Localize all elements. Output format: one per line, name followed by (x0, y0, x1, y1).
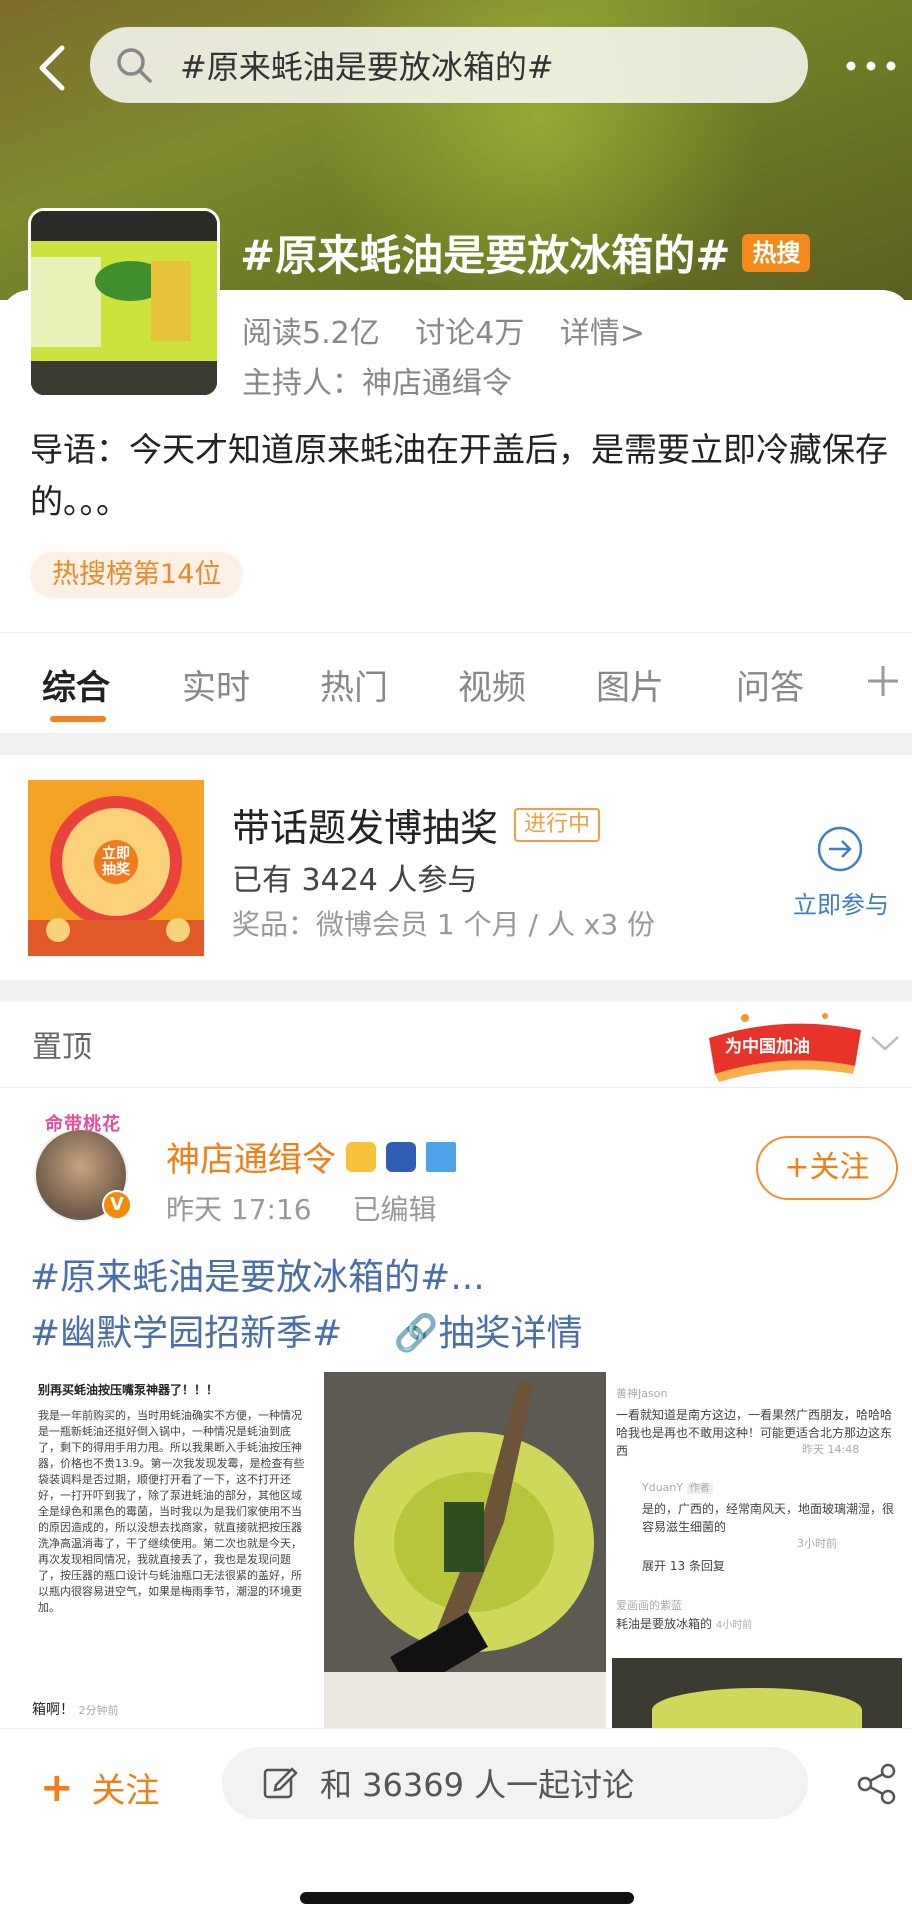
chevron-left-icon[interactable] (26, 40, 82, 96)
avatar-banner: 命带桃花 (45, 1114, 121, 1135)
lottery-image: 立即抽奖 (28, 780, 204, 956)
image3-c2-time: 3小时前 (797, 1537, 837, 1550)
plus-icon[interactable] (864, 662, 902, 700)
home-indicator[interactable] (300, 1892, 634, 1904)
active-tab-indicator (50, 716, 106, 722)
lottery-prize: 奖品：微博会员 1 个月 / 人 x3 份 (232, 908, 656, 941)
image3-c3-text: 耗油是要放冰箱的 4小时前 (616, 1616, 752, 1634)
tab-qa[interactable]: 问答 (736, 660, 804, 709)
lottery-card[interactable]: 立即抽奖 带话题发博抽奖 进行中 已有 3424 人参与 奖品：微博会员 1 个… (0, 755, 912, 980)
topic-title: #原来蚝油是要放冰箱的# 热搜 (240, 222, 811, 283)
more-dots-icon[interactable] (845, 52, 897, 80)
arrow-right-circle-icon[interactable] (816, 825, 864, 873)
lottery-status-badge: 进行中 (514, 807, 601, 842)
tab-bar: 综合 实时 热门 视频 图片 问答 (0, 644, 912, 734)
moon-icon (386, 1141, 416, 1172)
crown-icon (346, 1141, 376, 1172)
image3-photo-strip (612, 1658, 902, 1728)
image1-footer-time: 2分钟前 (78, 1704, 119, 1717)
image3-c2-text: 是的，广西的，经常南风天，地面玻璃潮湿，很容易滋生细菌的 (642, 1502, 895, 1534)
avatar[interactable]: 命带桃花 V (28, 1110, 138, 1222)
topic-cover-image[interactable] (28, 208, 220, 398)
join-lottery-button[interactable]: 立即参与 (793, 885, 889, 920)
image3-c3-content: 耗油是要放冰箱的 (616, 1617, 713, 1631)
post-image-2[interactable] (324, 1372, 606, 1728)
tab-hot[interactable]: 热门 (320, 660, 388, 709)
search-query: #原来蚝油是要放冰箱的# (180, 48, 554, 86)
discuss-input[interactable]: 和 36369 人一起讨论 (222, 1747, 808, 1819)
post-time: 昨天 17:16 已编辑 (166, 1188, 469, 1228)
bottom-follow-label: 关注 (91, 1771, 160, 1811)
share-icon[interactable] (856, 1763, 898, 1805)
post-timestamp: 昨天 17:16 (166, 1193, 312, 1226)
edit-icon (263, 1767, 298, 1799)
tab-comprehensive[interactable]: 综合 (42, 660, 110, 709)
username-text: 神店通缉令 (166, 1140, 336, 1180)
cheer-china-text: 为中国加油 (725, 1037, 810, 1057)
cheer-china-badge: 为中国加油 (705, 1008, 867, 1084)
post-image-1[interactable]: 别再买蚝油按压嘴泵神器了！！！ 我是一年前购买的，当时用蚝油确实不方便，一种情况… (30, 1372, 320, 1728)
hot-search-badge: 热搜 (742, 233, 811, 272)
image3-c2-username: YduanY (642, 1481, 684, 1494)
topic-host[interactable]: 主持人：神店通缉令 (242, 358, 512, 402)
post-image-3[interactable]: 善神Jason 一看就知道是南方这边，一看果然广西朋友，哈哈哈哈我也是再也不敢用… (612, 1372, 902, 1728)
image3-c2-author-tag: 作者 (686, 1483, 713, 1494)
post-username[interactable]: 神店通缉令 (166, 1132, 456, 1181)
bottom-follow-button[interactable]: + 关注 (40, 1763, 160, 1812)
section-gap (0, 733, 912, 755)
post-topic-link[interactable]: #原来蚝油是要放冰箱的#... (30, 1248, 485, 1300)
post-hashtag[interactable]: #幽默学园招新季# (30, 1313, 342, 1354)
lottery-title: 带话题发博抽奖 进行中 (232, 797, 601, 852)
image3-c3-time: 4小时前 (715, 1620, 753, 1631)
discussion-count: 讨论4万 (415, 316, 525, 351)
chevron-down-icon[interactable] (868, 1032, 902, 1054)
search-icon (117, 48, 152, 83)
image3-c1-user: 善神Jason (616, 1387, 668, 1400)
follow-button[interactable]: +关注 (756, 1136, 898, 1200)
hot-rank-badge[interactable]: 热搜榜第14位 (30, 552, 244, 598)
edited-label: 已编辑 (352, 1193, 437, 1226)
topic-stats: 阅读5.2亿 讨论4万 详情> (242, 308, 671, 352)
image1-footer-text: 箱啊！ (32, 1702, 74, 1718)
tab-video[interactable]: 视频 (458, 660, 526, 709)
pinned-label: 置顶 (32, 1030, 92, 1065)
verified-badge: V (102, 1190, 132, 1220)
search-bar[interactable]: #原来蚝油是要放冰箱的# (90, 27, 808, 103)
image3-expand: 展开 13 条回复 (642, 1559, 725, 1573)
tab-realtime[interactable]: 实时 (182, 660, 250, 709)
post-text-line: #幽默学园招新季# 🔗抽奖详情 (30, 1304, 663, 1356)
image1-text: 我是一年前购买的，当时用蚝油确实不方便，一种情况是一瓶新蚝油还挺好倒入锅中，一种… (38, 1409, 305, 1614)
details-link[interactable]: 详情> (560, 316, 645, 351)
lottery-details-text: 抽奖详情 (438, 1313, 583, 1354)
lottery-title-text: 带话题发博抽奖 (232, 806, 499, 850)
read-count: 阅读5.2亿 (242, 316, 380, 351)
lottery-image-text: 立即抽奖 (102, 846, 130, 878)
divider (0, 632, 912, 633)
paper-plane-icon (426, 1141, 456, 1172)
image1-footer: 箱啊！ 2分钟前 (32, 1702, 118, 1719)
tab-images[interactable]: 图片 (596, 660, 664, 709)
discuss-placeholder: 和 36369 人一起讨论 (320, 1766, 635, 1804)
plus-icon: + (40, 1764, 74, 1811)
section-gap (0, 980, 912, 1002)
image3-c2-user: YduanY 作者 (642, 1480, 713, 1497)
lottery-details-link[interactable]: 🔗抽奖详情 (394, 1313, 623, 1354)
lottery-participants: 已有 3424 人参与 (232, 863, 478, 898)
image3-c1-time: 昨天 14:48 (802, 1443, 860, 1456)
image1-heading: 别再买蚝油按压嘴泵神器了！！！ (38, 1383, 219, 1397)
topic-intro: 导语：今天才知道原来蚝油在开盖后，是需要立即冷藏保存的。。。 (30, 430, 888, 521)
pinned-header: 置顶 为中国加油 (0, 1002, 912, 1088)
image3-c3-user: 爱画画的紫蓝 (616, 1599, 682, 1612)
pinned-post: 命带桃花 V 神店通缉令 昨天 17:16 已编辑 +关注 #原来蚝油是要放冰箱… (0, 1088, 912, 1728)
topic-title-text: #原来蚝油是要放冰箱的# (240, 231, 731, 280)
